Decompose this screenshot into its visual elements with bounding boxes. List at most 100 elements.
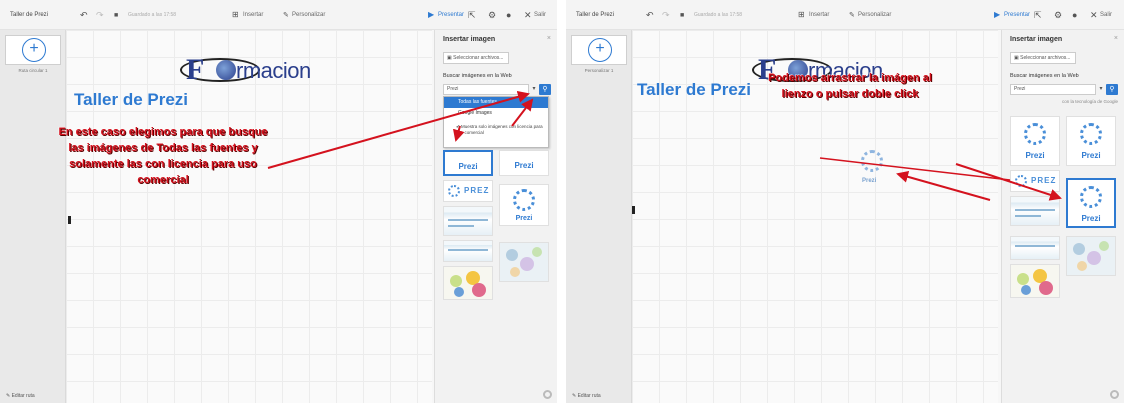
mock-bar [1015, 245, 1055, 247]
close-icon[interactable]: ✕ [524, 10, 532, 20]
gear-icon[interactable] [543, 390, 552, 399]
dropdown-option-all[interactable]: Todas las fuentes [444, 97, 548, 108]
prezi-wordmark: PREZ [1031, 176, 1057, 185]
undo-icon[interactable]: ↶ [646, 10, 654, 20]
image-result[interactable] [443, 266, 493, 300]
image-result-selected[interactable]: Prezi [1066, 178, 1116, 228]
source-dropdown[interactable]: Todas las fuentes Google Images ✔ Muestr… [443, 96, 549, 148]
source-dropdown-icon[interactable]: ▾ [1096, 84, 1106, 95]
image-result[interactable]: Prezi [443, 150, 493, 176]
bubble [1073, 243, 1085, 255]
top-toolbar: Taller de Prezi ↶ ↷ ■ Guardado a las 17:… [0, 0, 557, 30]
select-files-label: Seleccionar archivos... [453, 55, 504, 61]
present-button[interactable]: Presentar [438, 12, 464, 18]
mock-bar [448, 225, 474, 227]
insert-menu[interactable]: Insertar [809, 12, 829, 18]
edit-path-button[interactable]: ✎ Editar ruta [6, 393, 35, 399]
add-icon[interactable]: + [588, 38, 612, 62]
image-result[interactable]: PREZ [443, 180, 493, 202]
edit-path-label: Editar ruta [11, 393, 35, 399]
image-result[interactable] [1010, 196, 1060, 226]
tile-label: Prezi [514, 161, 534, 170]
save-icon[interactable]: ■ [680, 11, 684, 21]
bubble [1099, 241, 1109, 251]
select-files-button[interactable]: ▣ Seleccionar archivos... [443, 52, 509, 64]
settings-icon[interactable]: ⚙ [1054, 10, 1062, 20]
exit-button[interactable]: Salir [1100, 12, 1112, 18]
redo-icon[interactable]: ↷ [96, 10, 104, 20]
edit-path-button[interactable]: ✎ Editar ruta [572, 393, 601, 399]
select-files-button[interactable]: ▣ Seleccionar archivos... [1010, 52, 1076, 64]
tile-label: Prezi [1081, 151, 1101, 160]
image-result[interactable] [1066, 236, 1116, 276]
path-marker [632, 206, 635, 214]
help-icon[interactable]: ● [506, 10, 511, 20]
help-icon[interactable]: ● [1072, 10, 1077, 20]
dropped-prezi-image[interactable] [861, 150, 883, 172]
mock-bar [448, 249, 488, 251]
image-search-input[interactable]: Prezi [1010, 84, 1096, 95]
logo-letter: F [186, 53, 205, 86]
add-icon[interactable]: + [22, 38, 46, 62]
commercial-license-checkbox[interactable]: ✔ Muestra solo imágenes con licencia par… [448, 124, 544, 136]
insert-image-panel: Insertar imagen × ▣ Seleccionar archivos… [1001, 30, 1124, 403]
image-result[interactable] [443, 206, 493, 236]
customize-button[interactable]: Personalizar [858, 12, 891, 18]
customize-button[interactable]: Personalizar [292, 12, 325, 18]
annotation-text: En este caso elegimos para que busque la… [58, 126, 268, 186]
panel-close-icon[interactable]: × [547, 35, 551, 42]
image-result[interactable]: Prezi [1010, 116, 1060, 166]
bubble [1077, 261, 1087, 271]
bubble [1039, 281, 1053, 295]
prezi-ring-icon [513, 189, 535, 211]
present-button[interactable]: Presentar [1004, 12, 1030, 18]
image-search-input[interactable]: Prezi [443, 84, 529, 95]
prezi-ring-icon [1080, 123, 1102, 145]
image-result[interactable] [443, 240, 493, 262]
image-result[interactable] [1010, 236, 1060, 260]
undo-icon[interactable]: ↶ [80, 10, 88, 20]
present-icon: ▶ [428, 10, 435, 19]
canvas-title[interactable]: Taller de Prezi [74, 90, 188, 110]
prezi-title[interactable]: Taller de Prezi [10, 12, 48, 18]
search-web-label: Buscar imágenes en la Web [443, 73, 512, 79]
image-result[interactable]: PREZ [1010, 170, 1060, 192]
insert-icon: ⊞ [232, 10, 239, 19]
redo-icon[interactable]: ↷ [662, 10, 670, 20]
canvas-title[interactable]: Taller de Prezi [637, 80, 751, 100]
save-icon[interactable]: ■ [114, 11, 118, 21]
image-result[interactable] [1010, 264, 1060, 298]
prezi-title[interactable]: Taller de Prezi [576, 12, 614, 18]
bubble [520, 257, 534, 271]
panel-title: Insertar imagen [443, 36, 496, 43]
gear-icon[interactable] [1110, 390, 1119, 399]
edit-path-label: Editar ruta [577, 393, 601, 399]
image-result[interactable]: Prezi [499, 184, 549, 226]
prezi-canvas[interactable]: F rmacion Taller de Prezi [66, 30, 432, 403]
autosave-status: Guardado a las 17:58 [694, 12, 743, 18]
path-label: Personalizar 1 [584, 68, 614, 73]
bubble [532, 247, 542, 257]
insert-menu[interactable]: Insertar [243, 12, 263, 18]
settings-icon[interactable]: ⚙ [488, 10, 496, 20]
bubble [472, 283, 486, 297]
image-result[interactable]: Prezi [499, 150, 549, 176]
source-dropdown-icon[interactable]: ▾ [529, 84, 539, 95]
path-thumbnail[interactable]: + [571, 35, 627, 65]
image-result[interactable] [499, 242, 549, 282]
panel-close-icon[interactable]: × [1114, 35, 1118, 42]
share-icon[interactable]: ⇱ [1034, 10, 1042, 20]
customize-icon: ✎ [283, 12, 289, 19]
formacion-logo[interactable]: F rmacion [178, 52, 328, 92]
bubble [454, 287, 464, 297]
share-icon[interactable]: ⇱ [468, 10, 476, 20]
search-icon[interactable]: ⚲ [539, 84, 551, 95]
image-result[interactable]: Prezi [1066, 116, 1116, 166]
close-icon[interactable]: ✕ [1090, 10, 1098, 20]
dropdown-option-google[interactable]: Google Images [444, 108, 548, 119]
screenshot-right: Taller de Prezi ↶ ↷ ■ Guardado a las 17:… [566, 0, 1124, 403]
prezi-ring-icon [1080, 186, 1102, 208]
path-thumbnail[interactable]: + [5, 35, 61, 65]
search-icon[interactable]: ⚲ [1106, 84, 1118, 95]
exit-button[interactable]: Salir [534, 12, 546, 18]
